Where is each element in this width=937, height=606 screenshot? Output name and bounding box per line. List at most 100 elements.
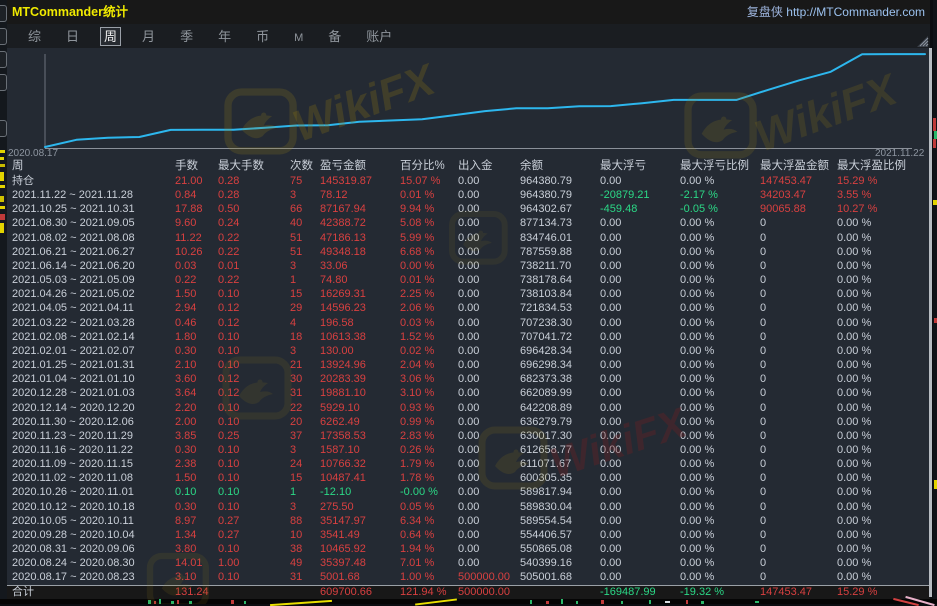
table-row[interactable]: 2020.12.14 ~ 2020.12.202.200.10225929.10… [7,401,930,415]
table-cell: -12.10 [320,485,400,499]
table-row[interactable]: 2020.11.23 ~ 2020.11.293.850.253717358.5… [7,429,930,443]
table-cell: 0.00 % [680,216,760,230]
brand-label: 复盘侠 http://MTCommander.com [747,0,925,24]
table-cell: 10487.41 [320,471,400,485]
table-cell: 0.22 [218,273,290,287]
table-body: 持仓21.000.2875145319.8715.07 %0.00964380.… [7,174,930,585]
table-cell: 2020.12.28 ~ 2021.01.03 [12,386,175,400]
table-cell: 0.10 [218,401,290,415]
table-cell: 0.99 % [400,415,458,429]
table-row[interactable]: 2020.11.16 ~ 2020.11.220.300.1031587.100… [7,443,930,457]
table-row[interactable]: 持仓21.000.2875145319.8715.07 %0.00964380.… [7,174,930,188]
vertical-scrollbar[interactable] [929,48,932,597]
table-cell: -459.48 [600,202,680,216]
table-row[interactable]: 2021.02.08 ~ 2021.02.141.800.101810613.3… [7,330,930,344]
table-cell: 0.25 [218,429,290,443]
background-candle-fragment [601,600,604,604]
table-row[interactable]: 2020.08.24 ~ 2020.08.3014.011.004935397.… [7,556,930,570]
background-candle-fragment [561,599,563,604]
table-cell: 3 [290,500,320,514]
table-cell: 2020.08.31 ~ 2020.09.06 [12,542,175,556]
table-cell: 0.03 % [400,316,458,330]
table-cell: 1.94 % [400,542,458,556]
table-cell: 0.00 [458,457,520,471]
table-row[interactable]: 2020.08.17 ~ 2020.08.233.100.10315001.68… [7,570,930,584]
table-cell: 0.00 % [837,273,930,287]
menu-item-综[interactable]: 综 [24,27,45,46]
table-row[interactable]: 2020.11.09 ~ 2020.11.152.380.102410766.3… [7,457,930,471]
table-cell: 66 [290,202,320,216]
table-cell: 0.00 % [837,259,930,273]
table-cell: 550865.08 [520,542,600,556]
table-cell: 0.00 [458,188,520,202]
table-row[interactable]: 2020.12.28 ~ 2021.01.033.640.123119881.1… [7,386,930,400]
table-cell: 合计 [12,586,175,599]
table-cell: 0.30 [175,443,218,457]
table-cell: 0 [760,287,837,301]
table-cell: 20 [290,415,320,429]
table-row[interactable]: 2021.10.25 ~ 2021.10.3117.880.506687167.… [7,202,930,216]
table-row[interactable]: 2021.08.30 ~ 2021.09.059.600.244042388.7… [7,216,930,230]
table-cell: 0.00 [600,401,680,415]
table-cell: 0.00 [600,301,680,315]
table-cell: 0.00 [600,231,680,245]
table-cell: 0.00 [458,528,520,542]
table-cell: 145319.87 [320,174,400,188]
menu-item-备[interactable]: 备 [324,27,345,46]
table-row[interactable]: 2021.06.14 ~ 2021.06.200.030.01333.060.0… [7,259,930,273]
menu-item-周[interactable]: 周 [100,27,121,46]
menu-item-月[interactable]: 月 [138,27,159,46]
table-row[interactable]: 2021.04.26 ~ 2021.05.021.500.101516269.3… [7,287,930,301]
menu-item-日[interactable]: 日 [62,27,83,46]
table-row[interactable]: 2020.10.05 ~ 2020.10.118.970.278835147.9… [7,514,930,528]
table-cell: 0.10 [218,485,290,499]
table-cell: 20283.39 [320,372,400,386]
table-cell: 3 [290,259,320,273]
table-cell: 0.00 % [837,528,930,542]
table-cell: 0.10 [218,330,290,344]
column-header: 最大手数 [218,159,290,174]
table-row[interactable]: 2020.10.26 ~ 2020.11.010.100.101-12.10-0… [7,485,930,499]
table-cell: 0.27 [218,528,290,542]
table-row[interactable]: 2021.11.22 ~ 2021.11.280.840.28378.120.0… [7,188,930,202]
table-row[interactable]: 2021.06.21 ~ 2021.06.2710.260.225149348.… [7,245,930,259]
table-row[interactable]: 2021.01.25 ~ 2021.01.312.100.102113924.9… [7,358,930,372]
background-fragment [0,172,4,181]
table-row[interactable]: 2020.11.30 ~ 2020.12.062.000.10206262.49… [7,415,930,429]
table-row[interactable]: 2021.03.22 ~ 2021.03.280.460.124196.580.… [7,316,930,330]
table-cell: 74.80 [320,273,400,287]
table-cell: -19.32 % [680,586,760,599]
menu-item-年[interactable]: 年 [214,27,235,46]
table-row[interactable]: 2020.08.31 ~ 2020.09.063.800.103810465.9… [7,542,930,556]
table-cell: 38 [290,542,320,556]
table-cell: 18 [290,330,320,344]
table-cell: 540399.16 [520,556,600,570]
table-cell: 0.28 [218,174,290,188]
table-cell: 14596.23 [320,301,400,315]
table-row[interactable]: 2021.05.03 ~ 2021.05.090.220.22174.800.0… [7,273,930,287]
table-cell: 0 [760,500,837,514]
title-bar[interactable]: MTCommander统计 复盘侠 http://MTCommander.com [7,0,930,24]
table-cell: 0 [760,245,837,259]
background-candle-fragment [933,118,936,131]
table-row[interactable]: 2021.01.04 ~ 2021.01.103.600.123020283.3… [7,372,930,386]
background-candle-fragment [148,600,151,604]
table-cell: 0 [760,358,837,372]
table-row[interactable]: 2021.04.05 ~ 2021.04.112.940.122914596.2… [7,301,930,315]
table-row[interactable]: 2020.11.02 ~ 2020.11.081.500.101510487.4… [7,471,930,485]
table-cell: 0.00 % [837,457,930,471]
table-cell: 3.06 % [400,372,458,386]
table-cell: 589554.54 [520,514,600,528]
background-candle-fragment [231,600,234,604]
menu-item-季[interactable]: 季 [176,27,197,46]
table-row[interactable]: 2021.02.01 ~ 2021.02.070.300.103130.000.… [7,344,930,358]
brand-url-link[interactable]: http://MTCommander.com [786,5,925,19]
table-row[interactable]: 2021.08.02 ~ 2021.08.0811.220.225147186.… [7,231,930,245]
menu-item-币[interactable]: 币 [252,27,273,46]
menu-item-账户[interactable]: 账户 [362,27,396,46]
table-cell: 0.00 [458,174,520,188]
table-cell: 0.00 [458,556,520,570]
table-row[interactable]: 2020.09.28 ~ 2020.10.041.340.27103541.49… [7,528,930,542]
table-row[interactable]: 2020.10.12 ~ 2020.10.180.300.103275.500.… [7,500,930,514]
table-cell: 0.00 % [680,245,760,259]
